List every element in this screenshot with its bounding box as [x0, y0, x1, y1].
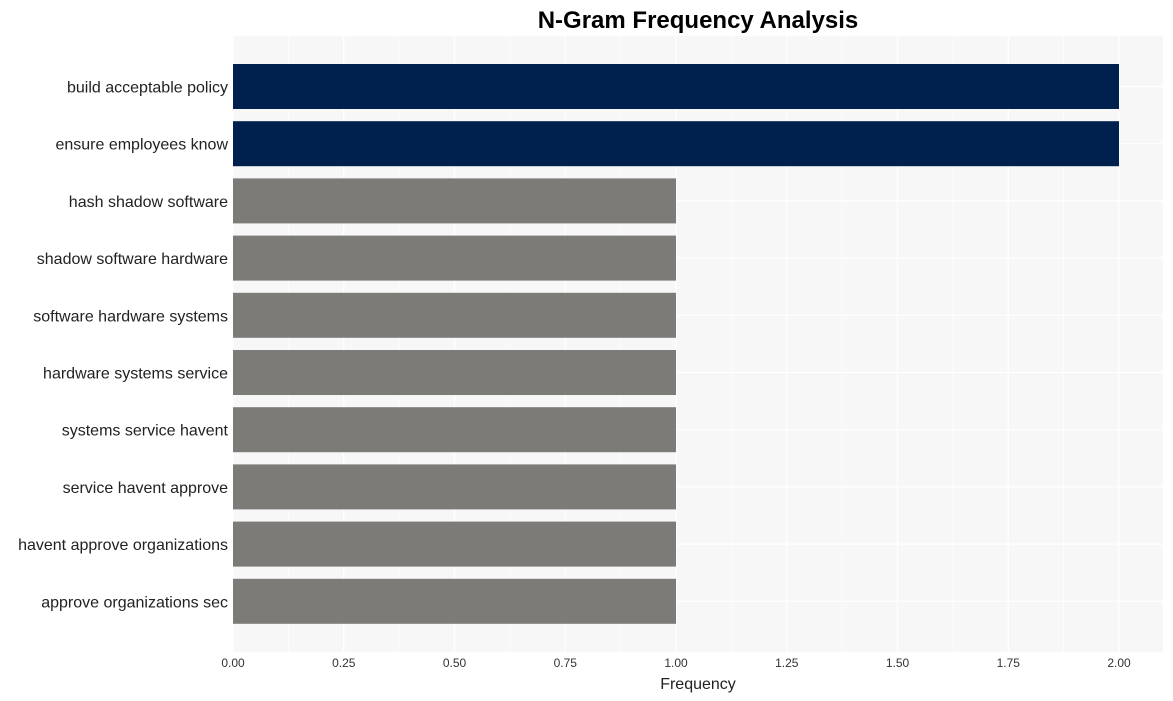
- x-tick-label: 1.25: [775, 656, 799, 670]
- bar: [233, 178, 676, 224]
- y-tick-label: build acceptable policy: [67, 80, 228, 97]
- x-axis-ticks: 0.00 0.25 0.50 0.75 1.00 1.25 1.50 1.75 2.00: [221, 656, 1131, 670]
- y-tick-label: shadow software hardware: [37, 251, 228, 268]
- x-tick-label: 0.00: [221, 656, 245, 670]
- y-tick-label: approve organizations sec: [41, 594, 228, 611]
- x-tick-label: 0.25: [332, 656, 356, 670]
- y-axis-labels: build acceptable policy ensure employees …: [18, 80, 228, 612]
- bar: [233, 464, 676, 510]
- bar: [233, 121, 1119, 167]
- x-tick-label: 1.00: [664, 656, 688, 670]
- x-axis-label: Frequency: [660, 676, 736, 693]
- chart-title: N-Gram Frequency Analysis: [538, 7, 859, 34]
- x-tick-label: 1.50: [886, 656, 910, 670]
- bar: [233, 407, 676, 453]
- bar: [233, 292, 676, 338]
- x-tick-label: 1.75: [997, 656, 1021, 670]
- x-tick-label: 0.50: [443, 656, 467, 670]
- y-tick-label: havent approve organizations: [18, 537, 228, 554]
- bar: [233, 64, 1119, 109]
- bar: [233, 350, 676, 395]
- y-tick-label: systems service havent: [62, 423, 229, 440]
- y-tick-label: ensure employees know: [55, 137, 228, 154]
- ngram-bar-chart: N-Gram Frequency Analysis build acceptab…: [18, 7, 1163, 693]
- x-tick-label: 0.75: [554, 656, 578, 670]
- bar: [233, 521, 676, 567]
- bar: [233, 578, 676, 624]
- y-tick-label: hardware systems service: [43, 366, 228, 383]
- x-tick-label: 2.00: [1107, 656, 1131, 670]
- y-tick-label: hash shadow software: [69, 194, 228, 211]
- bar: [233, 235, 676, 281]
- y-tick-label: service havent approve: [63, 480, 229, 497]
- y-tick-label: software hardware systems: [33, 308, 228, 325]
